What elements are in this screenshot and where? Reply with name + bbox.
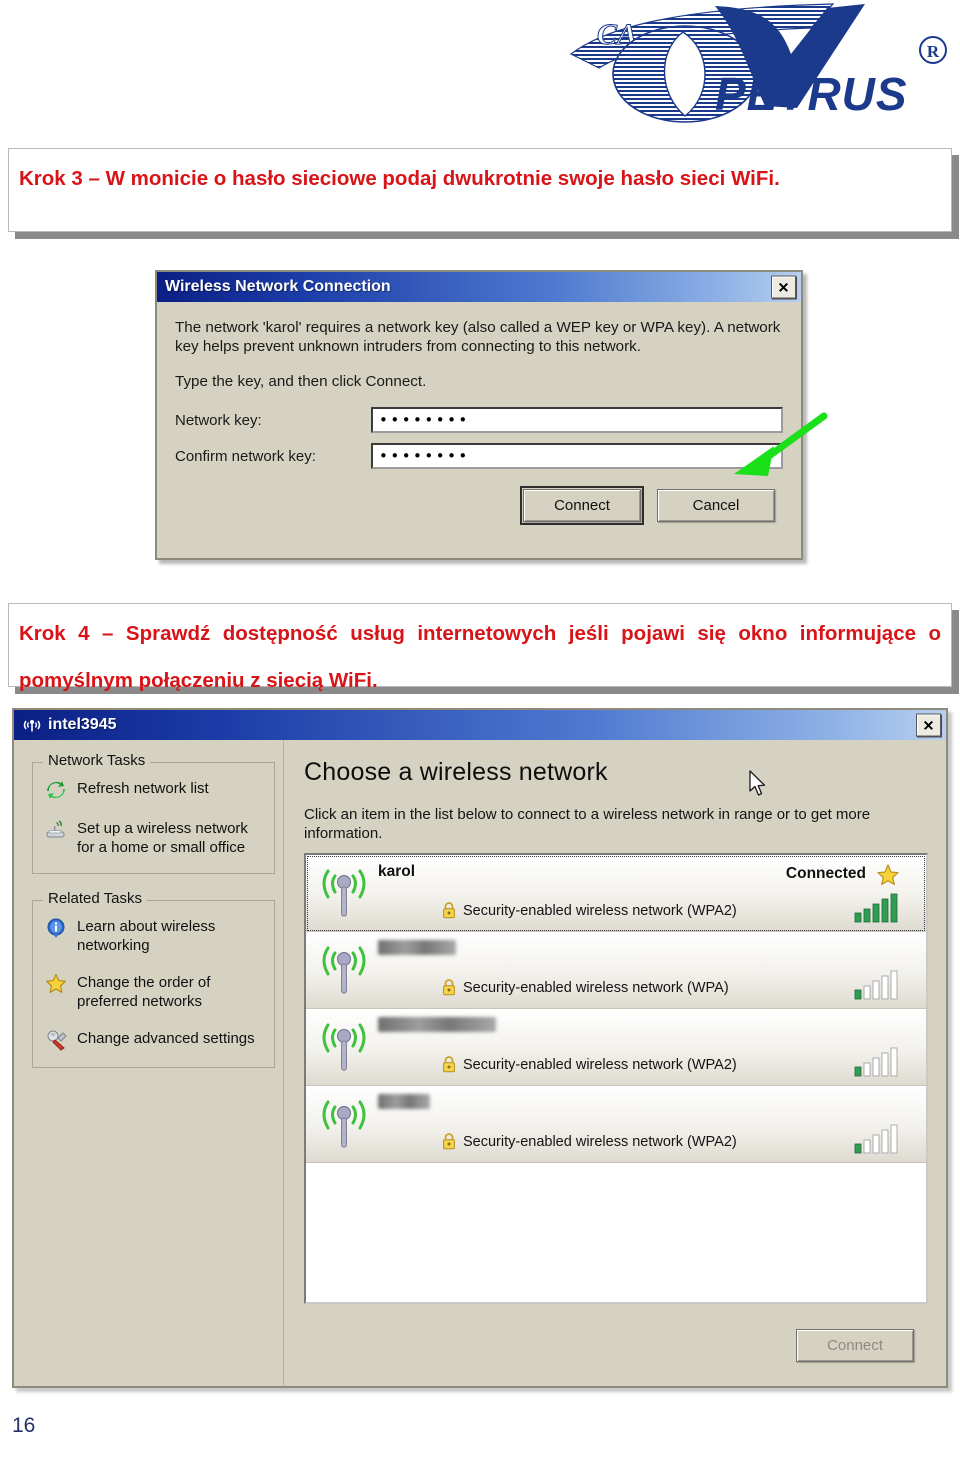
list-item[interactable]: karol Connected Security-enabled wireles… <box>306 855 926 932</box>
network-ssid-redacted <box>378 1094 430 1109</box>
svg-text:PETRUS: PETRUS <box>715 68 908 120</box>
security-row: Security-enabled wireless network (WPA2) <box>442 902 737 919</box>
related-tasks-title: Related Tasks <box>43 890 147 907</box>
svg-text:R: R <box>927 42 940 61</box>
network-security: Security-enabled wireless network (WPA) <box>463 979 729 996</box>
wireless-signal-icon <box>322 946 366 994</box>
wireless-router-icon <box>46 820 65 838</box>
signal-strength-icon <box>854 1124 898 1154</box>
step-3-callout: Krok 3 – W monicie o hasło sieciowe poda… <box>8 148 952 232</box>
sidebar-item-label: Refresh network list <box>77 780 209 797</box>
signal-strength-icon <box>854 1047 898 1077</box>
petrus-logo: CA PETRUS R <box>565 2 955 127</box>
signal-strength-icon <box>854 970 898 1000</box>
dialog-titlebar: Wireless Network Connection ✕ <box>157 272 801 302</box>
star-icon <box>46 973 66 993</box>
network-key-value: •••••••• <box>379 410 470 429</box>
confirm-network-key-input[interactable]: •••••••• <box>371 443 783 469</box>
network-security: Security-enabled wireless network (WPA2) <box>463 1133 737 1150</box>
step-4-callout: Krok 4 – Sprawdź dostępność usług intern… <box>8 603 952 692</box>
dialog-button-row: Connect Cancel <box>175 486 783 525</box>
sidebar-item-label: Change advanced settings <box>77 1030 255 1047</box>
list-hint-text: Click an item in the list below to conne… <box>304 806 871 842</box>
choose-wireless-network-window: intel3945 ✕ Network Tasks Refresh networ… <box>12 708 948 1388</box>
dialog-paragraph-1: The network 'karol' requires a network k… <box>175 319 781 355</box>
security-row: Security-enabled wireless network (WPA2) <box>442 1133 737 1150</box>
sidebar-item-learn-about-wireless-networking[interactable]: Learn about wireless networking <box>45 917 264 955</box>
page-title: Choose a wireless network <box>304 758 608 786</box>
network-info: Security-enabled wireless network (WPA2) <box>372 1092 912 1162</box>
connect-button[interactable]: Connect <box>796 1328 914 1362</box>
wireless-signal-icon <box>322 1100 366 1148</box>
footer-bar: Connect <box>304 1304 928 1386</box>
network-info: karol Connected Security-enabled wireles… <box>372 861 912 931</box>
sidebar-item-change-advanced-settings[interactable]: Change advanced settings <box>45 1029 264 1051</box>
sidebar: Network Tasks Refresh network list Set u… <box>14 740 284 1386</box>
signal-strength-icon <box>854 893 898 923</box>
network-security: Security-enabled wireless network (WPA2) <box>463 1056 737 1073</box>
wireless-network-list[interactable]: karol Connected Security-enabled wireles… <box>304 853 928 1304</box>
lock-icon <box>443 979 455 996</box>
network-key-input[interactable]: •••••••• <box>371 407 783 433</box>
close-icon[interactable]: ✕ <box>771 275 796 299</box>
sidebar-item-label: Set up a wireless network for a home or … <box>77 820 248 856</box>
confirm-network-key-label: Confirm network key: <box>175 447 316 465</box>
sidebar-item-label: Learn about wireless networking <box>77 918 216 954</box>
network-key-label: Network key: <box>175 411 262 429</box>
network-security: Security-enabled wireless network (WPA2) <box>463 902 737 919</box>
wireless-network-connection-dialog: Wireless Network Connection ✕ The networ… <box>155 270 828 560</box>
dialog-body: The network 'karol' requires a network k… <box>157 302 828 558</box>
connect-button[interactable]: Connect <box>520 486 644 525</box>
star-icon <box>877 864 899 885</box>
lock-icon <box>443 1133 455 1150</box>
mouse-cursor-icon <box>749 770 766 796</box>
window-title-group: intel3945 <box>22 715 116 735</box>
lock-icon <box>443 1056 455 1073</box>
refresh-icon <box>47 781 65 799</box>
security-row: Security-enabled wireless network (WPA2) <box>442 1056 737 1073</box>
network-tasks-title: Network Tasks <box>43 752 151 769</box>
network-info: Security-enabled wireless network (WPA2) <box>372 1015 912 1085</box>
cancel-button[interactable]: Cancel <box>657 489 775 522</box>
wireless-signal-icon <box>322 1023 366 1071</box>
lock-icon <box>443 902 455 919</box>
network-key-row: Network key: •••••••• <box>175 407 783 433</box>
window-titlebar: intel3945 ✕ <box>14 710 946 740</box>
step-3-text: Krok 3 – W monicie o hasło sieciowe poda… <box>19 167 780 190</box>
list-item[interactable]: Security-enabled wireless network (WPA2) <box>306 1009 926 1086</box>
sidebar-item-change-order-of-preferred-networks[interactable]: Change the order of preferred networks <box>45 973 264 1011</box>
window-title: intel3945 <box>48 716 117 733</box>
dialog-paragraph-2: Type the key, and then click Connect. <box>175 373 427 390</box>
confirm-network-key-row: Confirm network key: •••••••• <box>175 443 783 469</box>
sidebar-item-set-up-wireless-network[interactable]: Set up a wireless network for a home or … <box>45 819 264 857</box>
network-info: Security-enabled wireless network (WPA) <box>372 938 912 1008</box>
network-ssid-redacted <box>378 1017 496 1032</box>
network-tasks-group: Network Tasks Refresh network list Set u… <box>32 752 275 874</box>
window-body: Network Tasks Refresh network list Set u… <box>14 740 946 1386</box>
wireless-signal-icon <box>322 869 366 917</box>
list-item[interactable]: Security-enabled wireless network (WPA2) <box>306 1086 926 1163</box>
dialog-title: Wireless Network Connection <box>165 278 391 295</box>
network-ssid: karol <box>378 863 416 880</box>
security-row: Security-enabled wireless network (WPA) <box>442 979 729 996</box>
list-item[interactable]: Security-enabled wireless network (WPA) <box>306 932 926 1009</box>
info-icon <box>47 918 65 938</box>
wireless-signal-icon <box>23 720 41 732</box>
wrench-icon <box>47 1030 67 1051</box>
step-4-text: Krok 4 – Sprawdź dostępność usług intern… <box>19 622 941 692</box>
related-tasks-group: Related Tasks Learn about wireless netwo… <box>32 890 275 1068</box>
close-icon[interactable]: ✕ <box>916 713 941 737</box>
sidebar-item-refresh-network-list[interactable]: Refresh network list <box>45 779 264 801</box>
network-ssid-redacted <box>378 940 456 955</box>
status-badge: Connected <box>785 865 866 882</box>
content-panel: Choose a wireless network Click an item … <box>284 740 946 1386</box>
page-number: 16 <box>12 1414 36 1437</box>
confirm-network-key-value: •••••••• <box>379 446 470 465</box>
sidebar-item-label: Change the order of preferred networks <box>77 974 211 1010</box>
